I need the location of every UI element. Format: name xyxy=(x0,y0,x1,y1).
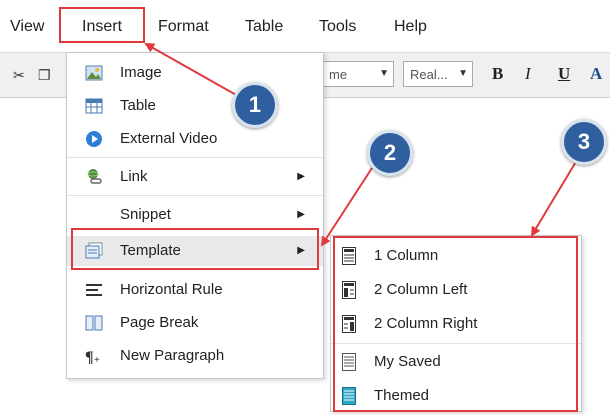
menu-item-new-paragraph[interactable]: ¶ + New Paragraph xyxy=(67,341,323,371)
menu-item-snippet[interactable]: Snippet ▶ xyxy=(67,200,323,230)
menu-item-label: External Video xyxy=(120,130,218,147)
font-size-select[interactable]: Real... ▼ xyxy=(403,61,473,87)
menu-format[interactable]: Format xyxy=(158,18,209,36)
page-break-icon xyxy=(85,315,103,331)
menu-separator xyxy=(67,195,323,196)
font-size-value: Real... xyxy=(410,67,448,82)
menu-item-horizontal-rule[interactable]: Horizontal Rule xyxy=(67,275,323,305)
menu-item-external-video[interactable]: External Video xyxy=(67,124,323,154)
underline-button[interactable]: U xyxy=(558,64,570,84)
submenu-arrow-icon: ▶ xyxy=(297,209,305,220)
template-highlight-box xyxy=(71,228,319,270)
svg-text:+: + xyxy=(94,355,100,365)
image-icon xyxy=(85,65,103,81)
chevron-down-icon: ▼ xyxy=(458,68,468,79)
menu-item-label: Snippet xyxy=(120,206,171,223)
menu-item-label: Horizontal Rule xyxy=(120,281,223,298)
paragraph-icon: ¶ + xyxy=(85,349,100,365)
link-icon xyxy=(87,169,102,184)
insert-menu: Image Table External Video Link ▶ Snippe… xyxy=(66,52,324,379)
menu-tools[interactable]: Tools xyxy=(319,18,356,36)
italic-button[interactable]: I xyxy=(525,64,531,84)
menu-item-label: Table xyxy=(120,97,156,114)
menu-item-link[interactable]: Link ▶ xyxy=(67,162,323,192)
callout-badge-3: 3 xyxy=(561,119,607,165)
horizontal-rule-icon xyxy=(86,284,102,296)
bold-button[interactable]: B xyxy=(492,64,503,84)
menu-item-label: Page Break xyxy=(120,314,199,331)
chevron-down-icon: ▼ xyxy=(379,68,389,79)
video-icon xyxy=(86,131,102,147)
callout-badge-1: 1 xyxy=(232,82,278,128)
menu-bar: View Insert Format Table Tools Help xyxy=(0,0,610,50)
submenu-arrow-icon: ▶ xyxy=(297,171,305,182)
menu-separator xyxy=(67,157,323,158)
menu-item-image[interactable]: Image xyxy=(67,58,323,88)
svg-text:¶: ¶ xyxy=(85,349,94,365)
menu-item-label: Image xyxy=(120,64,162,81)
arrow-to-template xyxy=(320,167,373,247)
cut-icon[interactable]: ✂ xyxy=(13,67,25,84)
font-color-button[interactable]: A xyxy=(590,64,602,84)
font-family-value: me xyxy=(329,67,348,82)
menu-item-page-break[interactable]: Page Break xyxy=(67,308,323,338)
arrow-to-submenu xyxy=(530,159,578,237)
copy-icon[interactable]: ❐ xyxy=(38,67,51,84)
insert-highlight-box xyxy=(59,7,145,43)
menu-help[interactable]: Help xyxy=(394,18,427,36)
callout-badge-2: 2 xyxy=(367,130,413,176)
table-icon xyxy=(85,98,103,114)
menu-view[interactable]: View xyxy=(10,18,44,36)
menu-table[interactable]: Table xyxy=(245,18,283,36)
submenu-highlight-box xyxy=(333,236,578,412)
menu-item-label: Link xyxy=(120,168,148,185)
menu-item-table[interactable]: Table xyxy=(67,91,323,121)
font-family-select[interactable]: me ▼ xyxy=(322,61,394,87)
menu-item-label: New Paragraph xyxy=(120,347,225,364)
